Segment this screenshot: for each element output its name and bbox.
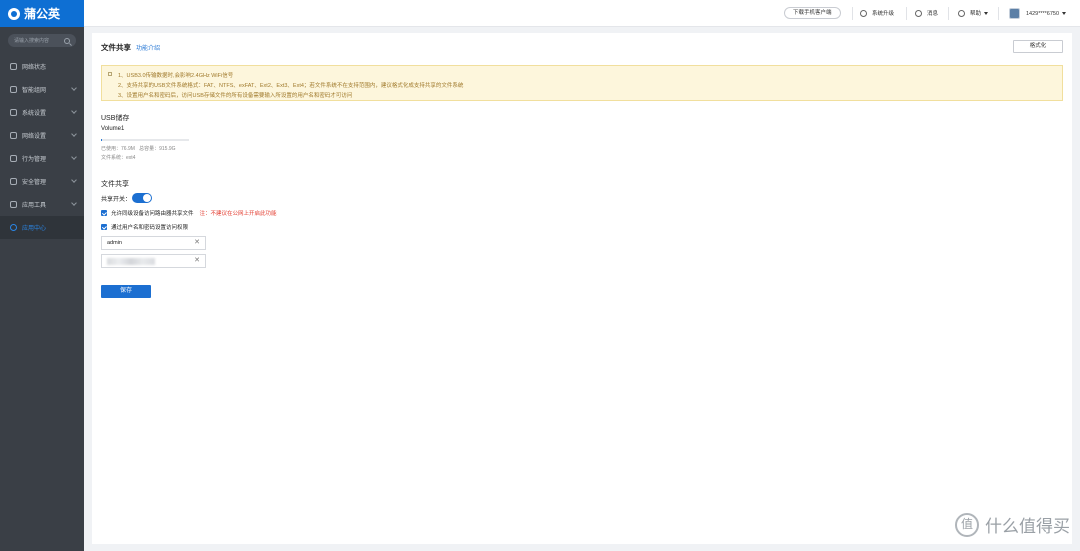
page-title: 文件共享 — [101, 43, 131, 52]
sidebar-item-label: 应用中心 — [22, 226, 47, 232]
sidebar-item-system-settings[interactable]: 系统设置 — [0, 101, 84, 124]
help-menu[interactable]: 帮助 — [958, 9, 989, 17]
used-label: 已使用： — [101, 146, 122, 152]
notice-line: 2、支持共享的USB文件系统格式：FAT、NTFS、exFAT、Ext2、Ext… — [118, 83, 464, 89]
feature-intro-link[interactable]: 功能介绍 — [136, 43, 160, 52]
credentials-checkbox[interactable] — [101, 224, 107, 230]
chevron-down-icon — [71, 85, 77, 91]
notice-box: 1、USB3.0传输数据时,会影响2.4GHz WiFi信号 2、支持共享的US… — [101, 65, 1063, 101]
chevron-down-icon — [71, 177, 77, 183]
main-panel: 文件共享 功能介绍 格式化 1、USB3.0传输数据时,会影响2.4GHz Wi… — [92, 33, 1072, 544]
chevron-down-icon — [71, 200, 77, 206]
caret-down-icon — [984, 11, 989, 15]
watermark-text: 什么值得买 — [985, 517, 1070, 537]
watermark: 值 什么值得买 — [955, 512, 1070, 537]
sidebar-item-behavior[interactable]: 行为管理 — [0, 147, 84, 170]
search-placeholder: 请输入搜索内容 — [14, 38, 50, 44]
help-icon — [958, 9, 965, 17]
sidebar: 蒲公英 请输入搜索内容 网络状态 智能组网 系统设置 网络设置 行为管理 安全管… — [0, 0, 84, 551]
header-divider — [948, 7, 949, 20]
chevron-down-icon — [71, 108, 77, 114]
chevron-down-icon — [71, 131, 77, 137]
share-switch-label: 共享开关： — [101, 197, 132, 203]
tools-icon — [10, 201, 17, 208]
notice-line: 1、USB3.0传输数据时,会影响2.4GHz WiFi信号 — [118, 73, 234, 79]
sidebar-item-network-status[interactable]: 网络状态 — [0, 55, 84, 78]
filesystem-value: ext4 — [126, 155, 136, 161]
share-toggle[interactable] — [132, 193, 152, 203]
clear-icon[interactable]: ✕ — [194, 255, 200, 267]
sidebar-item-label: 网络状态 — [22, 65, 47, 71]
sidebar-item-tools[interactable]: 应用工具 — [0, 193, 84, 216]
behavior-icon — [10, 155, 17, 162]
save-button[interactable]: 保存 — [101, 285, 151, 298]
upgrade-icon — [860, 9, 867, 17]
sidebar-item-security[interactable]: 安全管理 — [0, 170, 84, 193]
dandelion-logo-icon — [8, 7, 20, 20]
share-section-title: 文件共享 — [101, 181, 129, 188]
sidebar-item-label: 安全管理 — [22, 180, 47, 186]
filesystem-label: 文件系统： — [101, 155, 127, 161]
top-header: 下载手机客户端 系统升级 消息 帮助 1429****6750 — [84, 0, 1080, 27]
network-settings-icon — [10, 132, 17, 139]
security-icon — [10, 178, 17, 185]
total-value: 915.9G — [159, 146, 176, 152]
usb-section-title: USB储存 — [101, 115, 130, 122]
username-value: admin — [107, 240, 122, 246]
messages-link[interactable]: 消息 — [915, 9, 938, 17]
used-value: 76.9M — [121, 146, 135, 152]
password-field[interactable]: ✕ — [101, 254, 206, 268]
usage-info: 已使用：76.9M 总容量：915.9G — [101, 145, 176, 152]
header-divider — [998, 7, 999, 20]
warning-text: 注：不建议在公网上开启此功能 — [199, 211, 277, 217]
messages-label: 消息 — [927, 11, 939, 17]
notice-line: 3、设置用户名和密码后，访问USB存储文件的所有设备需要输入所设置的用户名和密码… — [118, 93, 353, 99]
username-field[interactable]: admin ✕ — [101, 236, 206, 250]
watermark-logo-icon: 值 — [955, 512, 979, 537]
sidebar-item-label: 系统设置 — [22, 111, 47, 117]
caret-down-icon — [1062, 12, 1067, 15]
upgrade-label: 系统升级 — [872, 11, 895, 17]
chevron-down-icon — [71, 154, 77, 160]
logo-text: 蒲公英 — [24, 7, 61, 21]
bell-icon — [915, 9, 922, 17]
sidebar-item-network-settings[interactable]: 网络设置 — [0, 124, 84, 147]
sidebar-item-label: 行为管理 — [22, 157, 47, 163]
header-divider — [852, 7, 853, 20]
usage-bar — [101, 139, 189, 141]
app-center-icon — [10, 224, 17, 231]
smart-network-icon — [10, 86, 17, 93]
sidebar-item-app-center[interactable]: 应用中心 — [0, 216, 84, 239]
search-icon[interactable] — [64, 37, 70, 44]
sidebar-item-label: 应用工具 — [22, 203, 47, 209]
allow-lan-option[interactable]: 允许同级设备访问路由器共享文件 注：不建议在公网上开启此功能 — [101, 209, 277, 217]
page-header: 文件共享 功能介绍 — [101, 42, 160, 53]
sidebar-item-smart-network[interactable]: 智能组网 — [0, 78, 84, 101]
header-divider — [906, 7, 907, 20]
volume-name: Volume1 — [101, 126, 125, 132]
search-input[interactable]: 请输入搜索内容 — [8, 34, 76, 47]
format-button[interactable]: 格式化 — [1013, 40, 1063, 53]
allow-lan-label: 允许同级设备访问路由器共享文件 — [111, 211, 194, 217]
clear-icon[interactable]: ✕ — [194, 237, 200, 249]
network-status-icon — [10, 63, 17, 70]
logo[interactable]: 蒲公英 — [0, 0, 84, 27]
total-label: 总容量： — [139, 146, 160, 152]
avatar — [1009, 8, 1020, 19]
allow-lan-checkbox[interactable] — [101, 210, 107, 216]
sidebar-item-label: 智能组网 — [22, 88, 47, 94]
help-label: 帮助 — [970, 11, 982, 17]
download-client-button[interactable]: 下载手机客户端 — [784, 7, 841, 19]
usage-bar-fill — [101, 139, 102, 141]
user-menu[interactable]: 1429****6750 — [1009, 8, 1067, 19]
credentials-option[interactable]: 通过用户名和密码设置访问权限 — [101, 223, 188, 231]
credentials-label: 通过用户名和密码设置访问权限 — [111, 225, 189, 231]
system-upgrade-link[interactable]: 系统升级 — [860, 9, 894, 17]
info-icon — [108, 72, 112, 76]
user-name: 1429****6750 — [1026, 10, 1060, 17]
sidebar-item-label: 网络设置 — [22, 134, 47, 140]
filesystem-info: 文件系统：ext4 — [101, 154, 135, 161]
system-settings-icon — [10, 109, 17, 116]
masked-password — [107, 258, 155, 265]
